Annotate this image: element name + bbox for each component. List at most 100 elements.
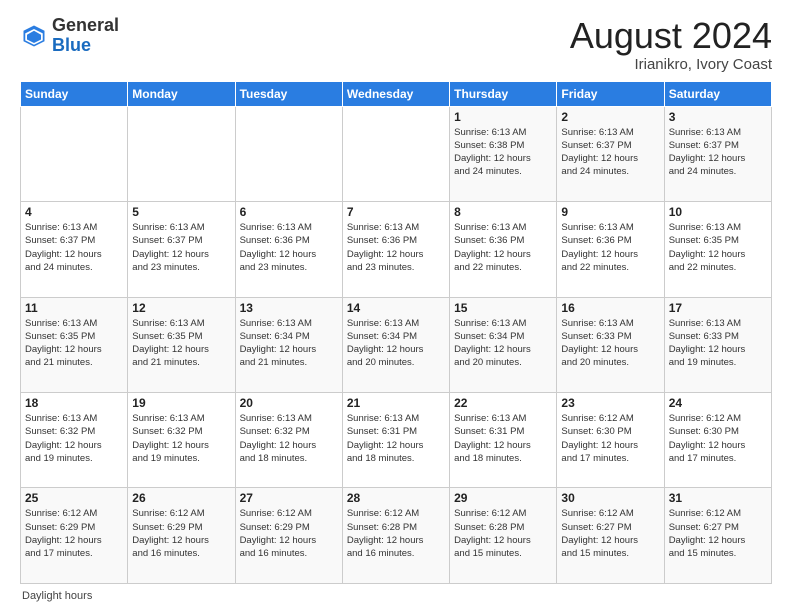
calendar-cell: 19 Sunrise: 6:13 AM Sunset: 6:32 PM Dayli… [128,393,235,488]
calendar-cell: 29 Sunrise: 6:12 AM Sunset: 6:28 PM Dayli… [450,488,557,584]
day-number: 6 [240,205,338,219]
day-number: 29 [454,491,552,505]
day-info: Sunrise: 6:13 AM Sunset: 6:32 PM Dayligh… [25,412,123,465]
day-number: 5 [132,205,230,219]
day-number: 20 [240,396,338,410]
day-number: 25 [25,491,123,505]
day-number: 1 [454,110,552,124]
day-info: Sunrise: 6:12 AM Sunset: 6:27 PM Dayligh… [669,507,767,560]
weekday-header-tuesday: Tuesday [235,81,342,106]
day-info: Sunrise: 6:12 AM Sunset: 6:29 PM Dayligh… [132,507,230,560]
calendar-cell: 18 Sunrise: 6:13 AM Sunset: 6:32 PM Dayli… [21,393,128,488]
calendar-cell: 4 Sunrise: 6:13 AM Sunset: 6:37 PM Daylig… [21,202,128,297]
day-number: 8 [454,205,552,219]
day-info: Sunrise: 6:13 AM Sunset: 6:36 PM Dayligh… [561,221,659,274]
calendar-cell [342,106,449,201]
day-info: Sunrise: 6:12 AM Sunset: 6:30 PM Dayligh… [669,412,767,465]
calendar-cell: 9Sunrise: 6:13 AM Sunset: 6:36 PM Daylig… [557,202,664,297]
calendar-cell: 20 Sunrise: 6:13 AM Sunset: 6:32 PM Dayli… [235,393,342,488]
calendar-cell: 24 Sunrise: 6:12 AM Sunset: 6:30 PM Dayli… [664,393,771,488]
day-info: Sunrise: 6:13 AM Sunset: 6:32 PM Dayligh… [132,412,230,465]
day-number: 24 [669,396,767,410]
day-info: Sunrise: 6:13 AM Sunset: 6:38 PM Dayligh… [454,126,552,179]
main-title: August 2024 [570,16,772,56]
day-number: 13 [240,301,338,315]
day-number: 10 [669,205,767,219]
day-number: 22 [454,396,552,410]
day-number: 19 [132,396,230,410]
calendar-week-3: 11 Sunrise: 6:13 AM Sunset: 6:35 PM Dayli… [21,297,772,392]
day-number: 23 [561,396,659,410]
day-info: Sunrise: 6:13 AM Sunset: 6:37 PM Dayligh… [25,221,123,274]
calendar-cell: 2 Sunrise: 6:13 AM Sunset: 6:37 PM Daylig… [557,106,664,201]
day-number: 30 [561,491,659,505]
day-info: Sunrise: 6:13 AM Sunset: 6:35 PM Dayligh… [25,317,123,370]
day-number: 15 [454,301,552,315]
logo-blue: Blue [52,35,91,55]
calendar-week-4: 18 Sunrise: 6:13 AM Sunset: 6:32 PM Dayli… [21,393,772,488]
day-info: Sunrise: 6:13 AM Sunset: 6:34 PM Dayligh… [240,317,338,370]
generalblue-icon [20,22,48,50]
weekday-header-monday: Monday [128,81,235,106]
calendar-cell: 23 Sunrise: 6:12 AM Sunset: 6:30 PM Dayli… [557,393,664,488]
day-info: Sunrise: 6:12 AM Sunset: 6:28 PM Dayligh… [454,507,552,560]
day-info: Sunrise: 6:13 AM Sunset: 6:31 PM Dayligh… [347,412,445,465]
weekday-header-friday: Friday [557,81,664,106]
day-info: Sunrise: 6:12 AM Sunset: 6:30 PM Dayligh… [561,412,659,465]
calendar-cell: 8 Sunrise: 6:13 AM Sunset: 6:36 PM Daylig… [450,202,557,297]
day-number: 21 [347,396,445,410]
subtitle: Irianikro, Ivory Coast [570,56,772,73]
calendar-cell: 25 Sunrise: 6:12 AM Sunset: 6:29 PM Dayli… [21,488,128,584]
day-info: Sunrise: 6:13 AM Sunset: 6:33 PM Dayligh… [669,317,767,370]
calendar-cell: 10 Sunrise: 6:13 AM Sunset: 6:35 PM Dayli… [664,202,771,297]
day-number: 31 [669,491,767,505]
weekday-header-saturday: Saturday [664,81,771,106]
calendar-cell: 17 Sunrise: 6:13 AM Sunset: 6:33 PM Dayli… [664,297,771,392]
day-number: 14 [347,301,445,315]
calendar-cell: 3Sunrise: 6:13 AM Sunset: 6:37 PM Daylig… [664,106,771,201]
day-info: Sunrise: 6:13 AM Sunset: 6:33 PM Dayligh… [561,317,659,370]
logo-general: General [52,15,119,35]
calendar-cell: 11 Sunrise: 6:13 AM Sunset: 6:35 PM Dayli… [21,297,128,392]
calendar-cell: 5 Sunrise: 6:13 AM Sunset: 6:37 PM Daylig… [128,202,235,297]
day-number: 7 [347,205,445,219]
calendar-cell [235,106,342,201]
logo: General Blue [20,16,119,56]
day-info: Sunrise: 6:12 AM Sunset: 6:29 PM Dayligh… [25,507,123,560]
day-number: 17 [669,301,767,315]
calendar-header: SundayMondayTuesdayWednesdayThursdayFrid… [21,81,772,106]
weekday-header-sunday: Sunday [21,81,128,106]
day-info: Sunrise: 6:13 AM Sunset: 6:32 PM Dayligh… [240,412,338,465]
page: General Blue August 2024 Irianikro, Ivor… [0,0,792,612]
day-info: Sunrise: 6:13 AM Sunset: 6:36 PM Dayligh… [454,221,552,274]
header: General Blue August 2024 Irianikro, Ivor… [20,16,772,73]
day-number: 27 [240,491,338,505]
day-info: Sunrise: 6:13 AM Sunset: 6:37 PM Dayligh… [669,126,767,179]
logo-text: General Blue [52,16,119,56]
day-info: Sunrise: 6:13 AM Sunset: 6:34 PM Dayligh… [347,317,445,370]
day-info: Sunrise: 6:13 AM Sunset: 6:34 PM Dayligh… [454,317,552,370]
title-block: August 2024 Irianikro, Ivory Coast [570,16,772,73]
day-info: Sunrise: 6:13 AM Sunset: 6:37 PM Dayligh… [561,126,659,179]
day-info: Sunrise: 6:13 AM Sunset: 6:35 PM Dayligh… [669,221,767,274]
calendar-cell: 26 Sunrise: 6:12 AM Sunset: 6:29 PM Dayli… [128,488,235,584]
calendar-cell: 30 Sunrise: 6:12 AM Sunset: 6:27 PM Dayli… [557,488,664,584]
day-info: Sunrise: 6:13 AM Sunset: 6:36 PM Dayligh… [347,221,445,274]
day-number: 28 [347,491,445,505]
calendar-cell [21,106,128,201]
day-number: 12 [132,301,230,315]
day-info: Sunrise: 6:13 AM Sunset: 6:37 PM Dayligh… [132,221,230,274]
day-number: 18 [25,396,123,410]
day-number: 11 [25,301,123,315]
day-number: 4 [25,205,123,219]
day-number: 2 [561,110,659,124]
calendar-cell: 7 Sunrise: 6:13 AM Sunset: 6:36 PM Daylig… [342,202,449,297]
calendar-cell: 21 Sunrise: 6:13 AM Sunset: 6:31 PM Dayli… [342,393,449,488]
calendar-cell: 31 Sunrise: 6:12 AM Sunset: 6:27 PM Dayli… [664,488,771,584]
calendar-cell: 1 Sunrise: 6:13 AM Sunset: 6:38 PM Daylig… [450,106,557,201]
day-info: Sunrise: 6:12 AM Sunset: 6:29 PM Dayligh… [240,507,338,560]
day-info: Sunrise: 6:12 AM Sunset: 6:27 PM Dayligh… [561,507,659,560]
calendar-cell: 28Sunrise: 6:12 AM Sunset: 6:28 PM Dayli… [342,488,449,584]
day-number: 26 [132,491,230,505]
calendar-cell [128,106,235,201]
